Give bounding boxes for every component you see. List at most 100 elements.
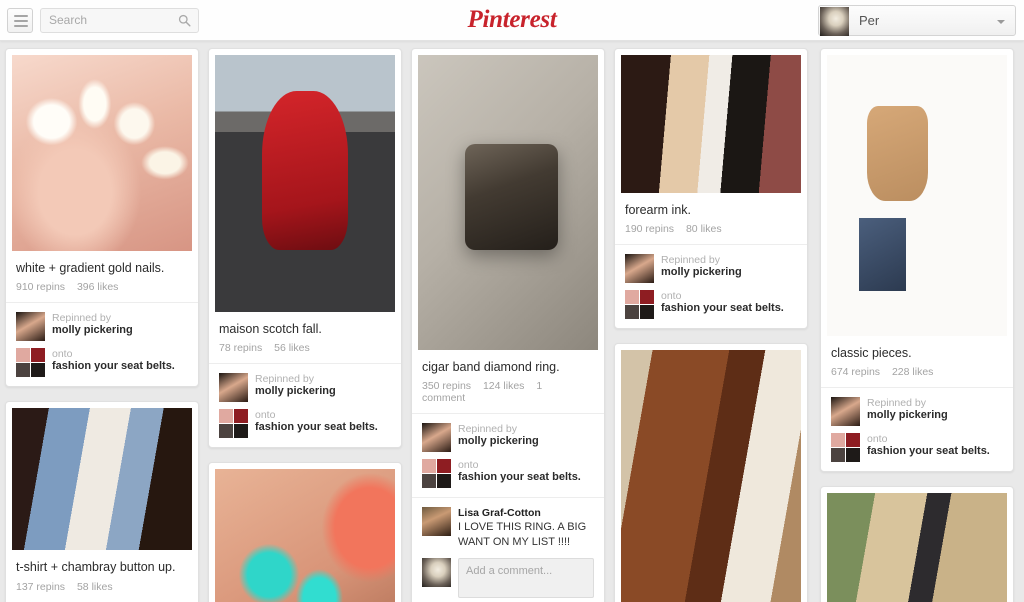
repinned-by-label: Repinned by — [458, 423, 517, 436]
pin-image[interactable] — [621, 55, 801, 193]
pin-stats: 78 repins 56 likes — [219, 342, 391, 354]
pin-image[interactable] — [12, 408, 192, 551]
pin-image[interactable] — [12, 55, 192, 251]
board-thumb-tile — [437, 474, 451, 489]
board-row[interactable]: onto fashion your seat belts. — [625, 290, 797, 320]
pin-stats: 137 repins 58 likes — [16, 581, 188, 593]
board-name[interactable]: fashion your seat belts. — [458, 471, 581, 484]
pin-stats: 910 repins 396 likes — [16, 281, 188, 293]
board-thumb-tile — [422, 459, 436, 474]
pin-title[interactable]: forearm ink. — [625, 202, 797, 218]
repinner-name[interactable]: molly pickering — [255, 385, 336, 398]
pin-card[interactable] — [614, 343, 808, 602]
board-name[interactable]: fashion your seat belts. — [661, 302, 784, 315]
pin-attribution: Repinned by molly pickering onto fashion… — [209, 363, 401, 447]
board-thumbnail[interactable] — [625, 290, 654, 320]
board-thumb-tile — [31, 348, 45, 363]
pin-likes: 396 likes — [76, 281, 119, 294]
repinner-name[interactable]: molly pickering — [661, 266, 742, 279]
pin-repins: 78 repins — [219, 342, 263, 355]
onto-label: onto — [458, 459, 479, 472]
repinned-by-row[interactable]: Repinned by molly pickering — [625, 254, 797, 284]
pin-title[interactable]: classic pieces. — [831, 345, 1003, 361]
repinner-name[interactable]: molly pickering — [458, 435, 539, 448]
board-thumbnail[interactable] — [831, 433, 860, 463]
pin-card[interactable]: forearm ink. 190 repins 80 likes Repinne… — [614, 48, 808, 330]
board-row[interactable]: onto fashion your seat belts. — [422, 459, 594, 489]
board-thumb-tile — [846, 433, 860, 448]
repinned-by-row[interactable]: Repinned by molly pickering — [831, 397, 1003, 427]
user-menu-button[interactable]: Per — [818, 5, 1016, 36]
pin-column-2: maison scotch fall. 78 repins 56 likes R… — [208, 48, 402, 602]
commenter-avatar[interactable] — [422, 507, 451, 537]
pin-title[interactable]: cigar band diamond ring. — [422, 359, 594, 375]
pin-image-wrapper[interactable] — [209, 49, 401, 312]
board-thumbnail[interactable] — [219, 409, 248, 439]
repinned-by-row[interactable]: Repinned by molly pickering — [16, 312, 188, 342]
board-row[interactable]: onto fashion your seat belts. — [831, 433, 1003, 463]
comment-author[interactable]: Lisa Graf-Cotton — [458, 507, 594, 519]
repinner-avatar[interactable] — [422, 423, 451, 453]
pin-card[interactable]: classic pieces. 674 repins 228 likes Rep… — [820, 48, 1014, 473]
pin-card[interactable]: maison scotch fall. 78 repins 56 likes R… — [208, 48, 402, 449]
board-name[interactable]: fashion your seat belts. — [255, 421, 378, 434]
pin-attribution: Repinned by molly pickering onto fashion… — [6, 302, 198, 386]
board-row[interactable]: onto fashion your seat belts. — [219, 409, 391, 439]
board-thumbnail[interactable] — [422, 459, 451, 489]
pin-likes: 58 likes — [76, 580, 113, 593]
pin-card[interactable]: t-shirt + chambray button up. 137 repins… — [5, 401, 199, 602]
pin-image-wrapper[interactable] — [615, 344, 807, 602]
pin-card[interactable]: cigar band diamond ring. 350 repins 124 … — [411, 48, 605, 602]
add-comment-row[interactable] — [422, 557, 594, 598]
repinner-name[interactable]: molly pickering — [867, 409, 948, 422]
pin-repins: 350 repins — [422, 380, 472, 393]
chevron-down-icon — [997, 20, 1005, 24]
repinner-avatar[interactable] — [219, 373, 248, 403]
board-thumbnail[interactable] — [16, 348, 45, 378]
pin-image-wrapper[interactable] — [821, 49, 1013, 336]
pin-card[interactable]: white + gradient gold nails. 910 repins … — [5, 48, 199, 388]
pin-image-wrapper[interactable] — [821, 487, 1013, 602]
pin-info: t-shirt + chambray button up. 137 repins… — [6, 550, 198, 601]
pin-image[interactable] — [827, 493, 1007, 602]
pin-likes: 228 likes — [891, 366, 934, 379]
pin-title[interactable]: t-shirt + chambray button up. — [16, 559, 188, 575]
user-avatar — [820, 7, 849, 36]
repinner-name[interactable]: molly pickering — [52, 324, 133, 337]
pin-card[interactable] — [208, 462, 402, 602]
board-row[interactable]: onto fashion your seat belts. — [16, 348, 188, 378]
board-name[interactable]: fashion your seat belts. — [52, 360, 175, 373]
repinner-avatar[interactable] — [625, 254, 654, 284]
pin-column-4: forearm ink. 190 repins 80 likes Repinne… — [614, 48, 808, 602]
board-name[interactable]: fashion your seat belts. — [867, 445, 990, 458]
repinner-avatar[interactable] — [16, 312, 45, 342]
pin-image-wrapper[interactable] — [6, 49, 198, 251]
pin-likes: 56 likes — [274, 342, 310, 355]
pin-image-wrapper[interactable] — [615, 49, 807, 193]
board-thumb-tile — [640, 290, 654, 305]
pin-image-wrapper[interactable] — [209, 463, 401, 602]
current-user-avatar — [422, 557, 451, 587]
repinned-by-row[interactable]: Repinned by molly pickering — [219, 373, 391, 403]
pin-image[interactable] — [827, 55, 1007, 336]
add-comment-input[interactable] — [458, 557, 594, 598]
pin-image[interactable] — [215, 55, 395, 312]
pin-image-wrapper[interactable] — [412, 49, 604, 350]
pin-image[interactable] — [621, 350, 801, 602]
repinner-avatar[interactable] — [831, 397, 860, 427]
pin-likes: 80 likes — [685, 223, 722, 236]
board-thumb-tile — [234, 424, 248, 439]
board-thumb-tile — [16, 363, 30, 378]
board-thumb-tile — [831, 433, 845, 448]
pin-image-wrapper[interactable] — [6, 402, 198, 551]
board-thumb-tile — [422, 474, 436, 489]
pin-image[interactable] — [418, 55, 598, 350]
pin-info: white + gradient gold nails. 910 repins … — [6, 251, 198, 302]
pin-image[interactable] — [215, 469, 395, 602]
repinned-by-row[interactable]: Repinned by molly pickering — [422, 423, 594, 453]
pin-card[interactable] — [820, 486, 1014, 602]
pin-title[interactable]: maison scotch fall. — [219, 321, 391, 337]
pin-title[interactable]: white + gradient gold nails. — [16, 260, 188, 276]
pin-grid[interactable]: white + gradient gold nails. 910 repins … — [0, 41, 1024, 602]
pin-column-1: white + gradient gold nails. 910 repins … — [5, 48, 199, 602]
